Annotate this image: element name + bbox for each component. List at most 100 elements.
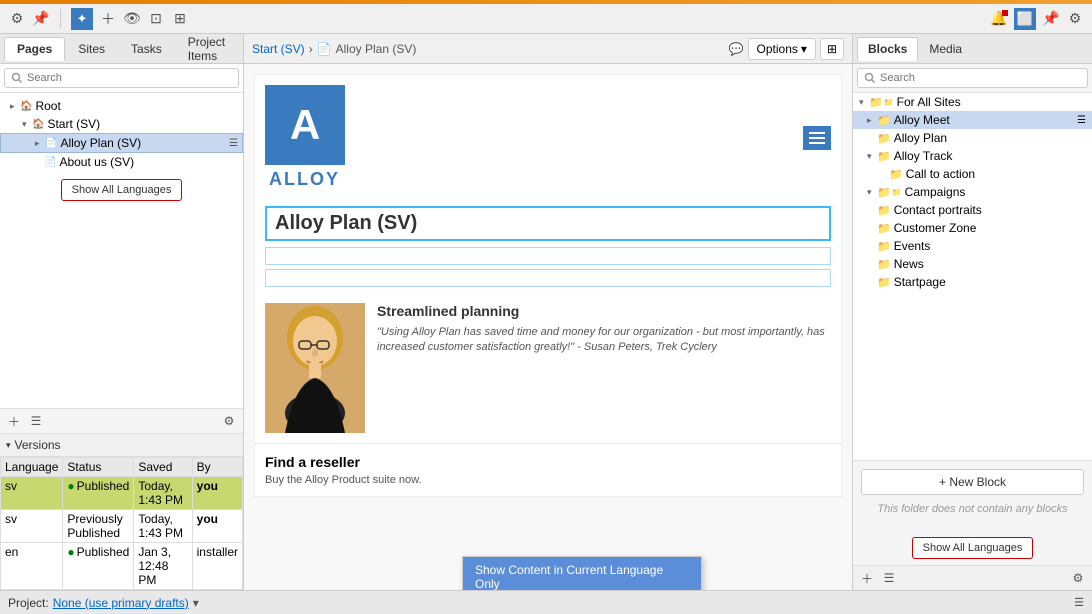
for-all-sites-expand: ▾ xyxy=(859,97,867,108)
versions-title: Versions xyxy=(15,438,61,452)
pin-icon-right[interactable]: 📌 xyxy=(1042,10,1060,28)
options-button[interactable]: Options ▾ xyxy=(748,38,816,60)
settings-icon-right-footer[interactable]: ⚙ xyxy=(1070,570,1086,586)
hamburger-line-3 xyxy=(809,142,825,144)
alloy-meet-expand: ▸ xyxy=(867,115,875,126)
tree-item-start[interactable]: ▾ 🏠 Start (SV) xyxy=(0,115,243,133)
right-tab-blocks[interactable]: Blocks xyxy=(857,37,918,61)
show-all-languages-left-button[interactable]: Show All Languages xyxy=(61,179,183,201)
nav-icon-5[interactable]: ⊞ xyxy=(171,10,189,28)
bottom-bar-icons-left: ＋ ☰ xyxy=(6,413,44,429)
right-tree-startpage[interactable]: 📁 Startpage xyxy=(853,273,1092,291)
top-bar: ⚙ 📌 ✦ ＋ 👁 ⊡ ⊞ 🔔 ⬜ 📌 ⚙ xyxy=(0,4,1092,34)
add-icon-right[interactable]: ＋ xyxy=(859,570,875,586)
root-expand-icon: ▸ xyxy=(10,101,18,112)
alloy-meet-menu[interactable]: ☰ xyxy=(1077,115,1086,126)
breadcrumb-start[interactable]: Start (SV) xyxy=(252,42,305,56)
notification-icon[interactable]: 🔔 xyxy=(990,10,1008,28)
left-panel-bottom-bar: ＋ ☰ ⚙ xyxy=(0,408,243,433)
right-tree-alloy-track[interactable]: ▾ 📁 Alloy Track xyxy=(853,147,1092,165)
status-bar: Project: None (use primary drafts) ▾ ☰ xyxy=(0,590,1092,614)
settings-icon-bottom-left[interactable]: ⚙ xyxy=(221,413,237,429)
right-search-input[interactable] xyxy=(857,68,1088,88)
alloy-plan-label: Alloy Plan xyxy=(894,131,947,145)
right-tree-call-to-action[interactable]: 📁 Call to action xyxy=(853,165,1092,183)
tab-tasks[interactable]: Tasks xyxy=(118,37,175,61)
right-panel-search-area xyxy=(853,64,1092,93)
tab-sites[interactable]: Sites xyxy=(65,37,118,61)
nav-icon-4[interactable]: ⊡ xyxy=(147,10,165,28)
version-row-3[interactable]: en ●Published Jan 3,12:48 PM installer xyxy=(1,543,243,590)
version-col-status: Status xyxy=(63,458,134,477)
campaigns-expand: ▾ xyxy=(867,187,875,198)
tree-item-alloy-plan[interactable]: ▸ 📄 Alloy Plan (SV) ☰ xyxy=(0,133,243,153)
right-panel: Blocks Media ▾ 📁📁 For All Sites ▸ 📁 Allo… xyxy=(852,34,1092,590)
hamburger-button[interactable] xyxy=(803,126,831,150)
settings-icon-left[interactable]: ⚙ xyxy=(8,10,26,28)
right-tab-media[interactable]: Media xyxy=(918,37,973,61)
show-all-languages-right-container: Show All Languages xyxy=(853,531,1092,565)
list-icon-right[interactable]: ☰ xyxy=(881,570,897,586)
right-tree-news[interactable]: 📁 News xyxy=(853,255,1092,273)
project-link[interactable]: None (use primary drafts) xyxy=(53,596,189,610)
versions-panel: ▾ Versions Language Status Saved By sv xyxy=(0,433,243,590)
tab-project-items[interactable]: Project Items xyxy=(175,34,239,68)
news-label: News xyxy=(894,257,924,271)
subtitle-box-2[interactable] xyxy=(265,269,831,287)
nav-icon-1[interactable]: ✦ xyxy=(71,8,93,30)
right-tree-alloy-plan[interactable]: 📁 Alloy Plan xyxy=(853,129,1092,147)
status-hamburger[interactable]: ☰ xyxy=(1074,596,1084,609)
nav-icon-3[interactable]: 👁 xyxy=(123,10,141,28)
subtitle-box-1[interactable] xyxy=(265,247,831,265)
right-tree-campaigns[interactable]: ▾ 📁📁 Campaigns xyxy=(853,183,1092,201)
new-block-button[interactable]: + New Block xyxy=(861,469,1084,495)
right-tree-events[interactable]: 📁 Events xyxy=(853,237,1092,255)
main-layout: Pages Sites Tasks Project Items ▸ 🏠 Root… xyxy=(0,34,1092,590)
page-title[interactable]: Alloy Plan (SV) xyxy=(265,206,831,241)
blocks-icon[interactable]: ⬜ xyxy=(1014,8,1036,30)
alloy-track-label: Alloy Track xyxy=(894,149,953,163)
alloy-plan-menu-icon[interactable]: ☰ xyxy=(229,138,238,149)
for-all-sites-label: For All Sites xyxy=(897,95,961,109)
project-chevron[interactable]: ▾ xyxy=(193,596,199,610)
blocks-action-area: + New Block This folder does not contain… xyxy=(853,460,1092,531)
versions-header[interactable]: ▾ Versions xyxy=(0,434,243,457)
tree-item-about-us[interactable]: 📄 About us (SV) xyxy=(0,153,243,171)
right-tree-alloy-meet[interactable]: ▸ 📁 Alloy Meet ☰ xyxy=(853,111,1092,129)
tab-pages[interactable]: Pages xyxy=(4,37,65,61)
version-row-1-saved: Today,1:43 PM xyxy=(134,477,192,510)
right-footer-icons: ＋ ☰ xyxy=(859,570,897,586)
call-to-action-label: Call to action xyxy=(906,167,975,181)
left-panel: Pages Sites Tasks Project Items ▸ 🏠 Root… xyxy=(0,34,244,590)
context-menu-item-1[interactable]: Show Content in Current Language Only xyxy=(463,557,701,590)
left-search-input[interactable] xyxy=(4,68,239,88)
right-tree-for-all-sites[interactable]: ▾ 📁📁 For All Sites xyxy=(853,93,1092,111)
content-heading: Streamlined planning xyxy=(377,303,831,319)
right-panel-top-bar: Blocks Media xyxy=(853,34,1092,64)
grid-button[interactable]: ⊞ xyxy=(820,38,844,60)
pin-icon-left[interactable]: 📌 xyxy=(32,10,50,28)
chat-icon[interactable]: 💬 xyxy=(729,42,744,56)
tree-item-root[interactable]: ▸ 🏠 Root xyxy=(0,97,243,115)
project-label: Project: xyxy=(8,596,49,610)
nav-icon-2[interactable]: ＋ xyxy=(99,10,117,28)
about-icon: 📄 xyxy=(44,157,56,168)
find-reseller: Find a reseller Buy the Alloy Product su… xyxy=(255,443,841,496)
version-row-2-lang: sv xyxy=(1,510,63,543)
show-all-languages-right-button[interactable]: Show All Languages xyxy=(912,537,1034,559)
right-tree-contact-portraits[interactable]: 📁 Contact portraits xyxy=(853,201,1092,219)
left-search-area xyxy=(0,64,243,93)
list-icon-left[interactable]: ☰ xyxy=(28,413,44,429)
alloy-track-folder: 📁 xyxy=(877,150,891,163)
center-toolbar: Start (SV) › 📄 Alloy Plan (SV) 💬 Options… xyxy=(244,34,852,64)
hamburger-line-1 xyxy=(809,132,825,134)
center-panel: Start (SV) › 📄 Alloy Plan (SV) 💬 Options… xyxy=(244,34,852,590)
breadcrumb-sep: › xyxy=(309,42,313,56)
alloy-logo-box: A xyxy=(265,85,345,165)
add-icon-left[interactable]: ＋ xyxy=(6,413,22,429)
right-tree-customer-zone[interactable]: 📁 Customer Zone xyxy=(853,219,1092,237)
settings-icon-right[interactable]: ⚙ xyxy=(1066,10,1084,28)
version-row-1[interactable]: sv ●Published Today,1:43 PM you xyxy=(1,477,243,510)
version-row-2[interactable]: sv PreviouslyPublished Today,1:43 PM you xyxy=(1,510,243,543)
logo-wrap: A Alloy xyxy=(265,85,345,190)
